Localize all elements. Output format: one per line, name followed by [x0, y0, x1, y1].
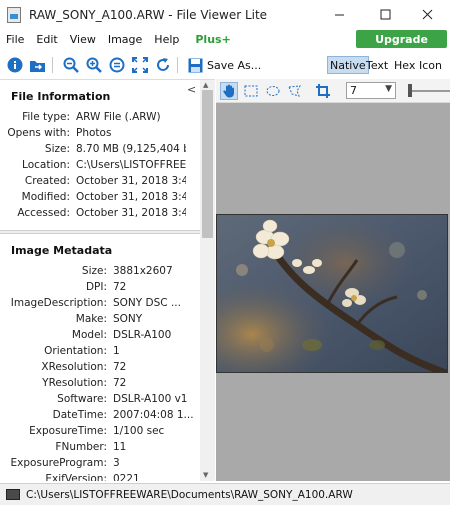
- fit-to-window-icon[interactable]: [131, 57, 148, 74]
- maximize-icon: [380, 9, 390, 20]
- zoom-actual-icon[interactable]: [108, 57, 125, 74]
- minimize-icon: [334, 14, 344, 16]
- file-info-title: File Information: [11, 90, 111, 103]
- zoom-level-value: 7: [350, 84, 357, 97]
- upgrade-button[interactable]: Upgrade: [356, 30, 447, 48]
- metadata-row: ExifVersion: 0221: [45, 473, 140, 481]
- zoom-in-icon[interactable]: [85, 57, 102, 74]
- info-panel: File Information < File type: ARW File (.…: [0, 79, 215, 481]
- zoom-level-select[interactable]: 7 ▼: [346, 82, 396, 99]
- metadata-row: FNumber: 11: [55, 441, 127, 453]
- metadata-row: DPI: 72: [85, 281, 127, 293]
- metadata-row: ImageDescription: SONY DSC ...: [10, 297, 181, 309]
- scroll-up-icon[interactable]: ▲: [203, 81, 208, 89]
- metadata-row: XResolution: 72: [41, 361, 127, 373]
- image-canvas[interactable]: [216, 214, 448, 373]
- metadata-row: DateTime: 2007:04:08 1...: [52, 409, 194, 421]
- pan-hand-icon[interactable]: [220, 81, 238, 100]
- file-info-row: Created:October 31, 2018 3:4...: [24, 175, 186, 187]
- toolbar-separator: [177, 57, 178, 73]
- section-divider[interactable]: [0, 230, 200, 234]
- menu-plus[interactable]: Plus+: [189, 33, 236, 46]
- window-title: RAW_SONY_A100.ARW - File Viewer Lite: [29, 7, 268, 22]
- zoom-slider[interactable]: [408, 90, 450, 92]
- file-info-row: Modified:October 31, 2018 3:4...: [21, 191, 186, 203]
- metadata-title: Image Metadata: [11, 244, 113, 257]
- file-info-row: Size:8.70 MB (9,125,404 b...: [44, 143, 186, 155]
- tab-hex[interactable]: Hex: [392, 56, 417, 74]
- menu-help[interactable]: Help: [148, 33, 185, 46]
- file-info-row: Location: C:\Users\LISTOFFREE...: [22, 159, 186, 171]
- metadata-row: ExposureProgram: 3: [10, 457, 120, 469]
- tab-icon[interactable]: Icon: [417, 56, 444, 74]
- metadata-row: Orientation: 1: [44, 345, 120, 357]
- zoom-slider-thumb[interactable]: [408, 84, 412, 97]
- close-button[interactable]: [404, 0, 450, 29]
- menu-file[interactable]: File: [0, 33, 30, 46]
- app-icon: [7, 6, 21, 23]
- ellipse-select-icon[interactable]: [264, 82, 282, 100]
- image-viewer: 7 ▼: [216, 79, 450, 481]
- scrollbar-thumb[interactable]: [202, 90, 213, 238]
- image-file-icon: [6, 489, 20, 500]
- info-icon[interactable]: [6, 57, 23, 74]
- metadata-row: Software: DSLR-A100 v1: [57, 393, 188, 405]
- file-info-row: Accessed:October 31, 2018 3:4...: [17, 207, 186, 219]
- status-bar: C:\Users\LISTOFFREEWARE\Documents\RAW_SO…: [0, 483, 450, 505]
- rect-select-icon[interactable]: [242, 82, 260, 100]
- menu-view[interactable]: View: [64, 33, 102, 46]
- save-icon[interactable]: [187, 57, 204, 74]
- zoom-out-icon[interactable]: [62, 57, 79, 74]
- menu-edit[interactable]: Edit: [30, 33, 63, 46]
- file-info-row: File type: ARW File (.ARW): [22, 111, 161, 123]
- rotate-icon[interactable]: [154, 57, 171, 74]
- scroll-down-icon[interactable]: ▼: [203, 471, 208, 479]
- metadata-row: Size: 3881x2607: [81, 265, 173, 277]
- open-folder-icon[interactable]: [29, 57, 46, 74]
- collapse-panel-icon[interactable]: <: [187, 83, 196, 96]
- close-icon: [422, 9, 432, 20]
- tab-native[interactable]: Native: [327, 56, 369, 74]
- save-as-button[interactable]: Save As...: [207, 59, 261, 72]
- file-info-row: Opens with: Photos: [7, 127, 112, 139]
- file-path: C:\Users\LISTOFFREEWARE\Documents\RAW_SO…: [26, 488, 353, 501]
- crop-icon[interactable]: [314, 82, 332, 100]
- photo-image: [217, 215, 447, 372]
- menu-image[interactable]: Image: [102, 33, 148, 46]
- maximize-button[interactable]: [362, 0, 408, 29]
- lasso-select-icon[interactable]: [286, 82, 304, 100]
- chevron-down-icon: ▼: [385, 84, 392, 94]
- toolbar-separator: [52, 57, 53, 73]
- metadata-row: Model: DSLR-A100: [71, 329, 172, 341]
- metadata-row: YResolution: 72: [42, 377, 127, 389]
- metadata-row: Make: SONY: [75, 313, 143, 325]
- tab-text[interactable]: Text: [364, 56, 390, 74]
- minimize-button[interactable]: [316, 0, 362, 29]
- metadata-row: ExposureTime: 1/100 sec: [29, 425, 165, 437]
